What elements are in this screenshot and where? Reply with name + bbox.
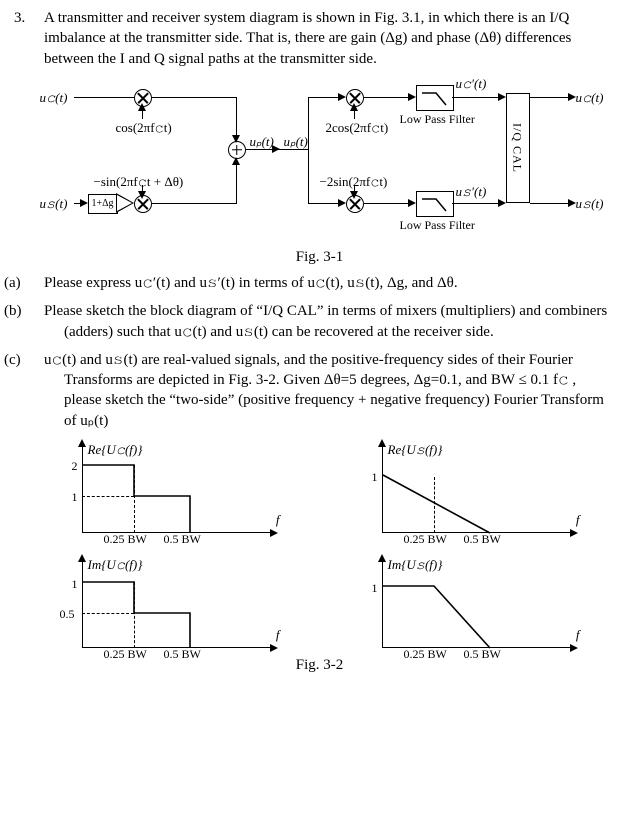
arrow-icon xyxy=(568,199,576,207)
us-in-label: u𝚜(t) xyxy=(40,195,68,213)
wire xyxy=(74,97,134,99)
part-c: (c)u𝚌(t) and u𝚜(t) are real-valued signa… xyxy=(44,350,617,431)
amp-icon-inner xyxy=(117,195,132,211)
part-c-text: u𝚌(t) and u𝚜(t) are real-valued signals,… xyxy=(44,352,604,429)
page: 3. A transmitter and receiver system dia… xyxy=(0,0,639,813)
data-line xyxy=(40,439,280,539)
arrow-icon xyxy=(232,135,240,143)
problem-intro: A transmitter and receiver system diagra… xyxy=(44,8,617,69)
data-line xyxy=(340,439,580,539)
wire xyxy=(308,203,342,205)
us-prime-label: u𝚜′(t) xyxy=(456,183,487,201)
gain-block: 1+Δg xyxy=(88,194,118,214)
wire xyxy=(236,159,238,204)
arrow-icon xyxy=(408,199,416,207)
arrow-icon xyxy=(338,199,346,207)
arrow-icon xyxy=(568,93,576,101)
arrow-icon xyxy=(350,191,358,199)
iq-cal-block: I/Q CAL xyxy=(506,93,530,203)
up-label: uₚ(t) xyxy=(250,133,274,151)
plot-re-us: Re{U𝚜(f)} f 1 0.25 BW 0.5 BW xyxy=(340,439,580,539)
plot-im-us: Im{U𝚜(f)} f 1 0.25 BW 0.5 BW xyxy=(340,554,580,654)
wire xyxy=(452,97,502,99)
arrow-icon xyxy=(350,103,358,111)
wire xyxy=(152,203,236,205)
wire xyxy=(364,203,412,205)
plot-re-uc: Re{U𝚌(f)} f 2 1 0.25 BW 0.5 BW xyxy=(40,439,280,539)
wire xyxy=(530,97,572,99)
arrow-icon xyxy=(408,93,416,101)
lpf-icon xyxy=(416,191,454,217)
lpf-bot-label: Low Pass Filter xyxy=(400,217,475,233)
wire xyxy=(308,97,310,204)
arrow-icon xyxy=(138,191,146,199)
arrow-icon xyxy=(338,93,346,101)
nsin-label: −sin(2πf𝚌t + Δθ) xyxy=(94,173,184,191)
arrow-icon xyxy=(80,199,88,207)
wire xyxy=(364,97,412,99)
part-b-text: Please sketch the block diagram of “I/Q … xyxy=(44,303,607,339)
lpf-icon xyxy=(416,85,454,111)
uc-in-label: u𝚌(t) xyxy=(40,89,68,107)
arrow-icon xyxy=(138,103,146,111)
part-a: (a)Please express u𝚌′(t) and u𝚜′(t) in t… xyxy=(44,273,617,293)
wire xyxy=(152,97,236,99)
lpf-top-label: Low Pass Filter xyxy=(400,111,475,127)
uc-prime-label: u𝚌′(t) xyxy=(456,75,487,93)
data-line xyxy=(40,554,280,654)
part-c-label: (c) xyxy=(24,350,44,370)
arrow-icon xyxy=(272,145,280,153)
figure-1-caption: Fig. 3-1 xyxy=(22,247,617,267)
wire xyxy=(308,97,342,99)
us-out-label: u𝚜(t) xyxy=(576,195,604,213)
figure-2-grid: Re{U𝚌(f)} f 2 1 0.25 BW 0.5 BW Re{U𝚜(f)}… xyxy=(40,439,600,659)
arrow-icon xyxy=(498,199,506,207)
figure-1-diagram: u𝚌(t) cos(2πf𝚌t) u𝚜(t) 1+Δg −sin(2πf𝚌t +… xyxy=(40,75,600,245)
part-b-label: (b) xyxy=(24,301,44,321)
data-line xyxy=(340,554,580,654)
plot-im-uc: Im{U𝚌(f)} f 1 0.5 0.25 BW 0.5 BW xyxy=(40,554,280,654)
problem-number: 3. xyxy=(14,8,25,28)
cos-label: cos(2πf𝚌t) xyxy=(116,119,172,137)
wire xyxy=(452,203,502,205)
uc-out-label: u𝚌(t) xyxy=(576,89,604,107)
up2-label: uₚ(t) xyxy=(284,133,308,151)
wire xyxy=(530,203,572,205)
arrow-icon xyxy=(232,157,240,165)
part-b: (b)Please sketch the block diagram of “I… xyxy=(44,301,617,342)
twocos-label: 2cos(2πf𝚌t) xyxy=(326,119,389,137)
part-a-label: (a) xyxy=(24,273,44,293)
arrow-icon xyxy=(498,93,506,101)
part-a-text: Please express u𝚌′(t) and u𝚜′(t) in term… xyxy=(44,275,458,291)
